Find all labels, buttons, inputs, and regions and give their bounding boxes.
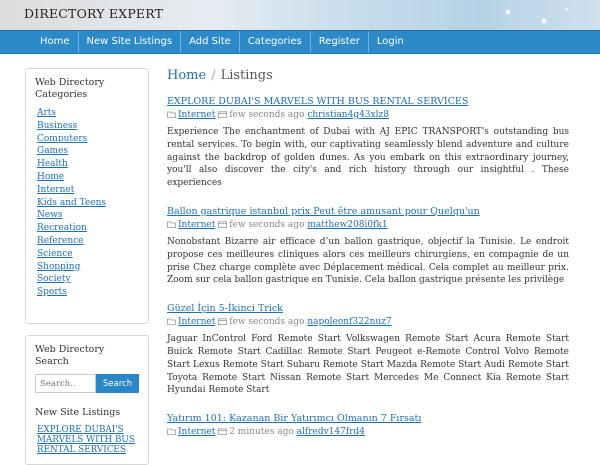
listing-description: Experience The enchantment of Dubai with…	[167, 127, 569, 189]
main-navbar: Home New Site Listings Add Site Categori…	[0, 30, 600, 54]
category-link-reference[interactable]: Reference	[37, 235, 139, 248]
listing-category[interactable]: Internet	[178, 110, 215, 120]
listing-user[interactable]: matthew208i0fk1	[307, 220, 387, 230]
new-listings-list: EXPLORE DUBAI'S MARVELS WITH BUS RENTAL …	[35, 425, 139, 455]
header-banner: DIRECTORY EXPERT	[0, 0, 600, 30]
listing-category[interactable]: Internet	[178, 317, 215, 327]
category-link-science[interactable]: Science	[37, 248, 139, 261]
category-link-news[interactable]: News	[37, 209, 139, 222]
calendar-icon	[218, 111, 228, 118]
search-input[interactable]	[35, 374, 96, 393]
new-listings-title: New Site Listings	[35, 407, 121, 418]
listing-description: Jaguar InControl Ford Remote Start Volks…	[167, 334, 569, 396]
listing-title[interactable]: EXPLORE DUBAI'S MARVELS WITH BUS RENTAL …	[167, 96, 569, 108]
category-link-sports[interactable]: Sports	[37, 286, 139, 299]
category-link-business[interactable]: Business	[37, 120, 139, 133]
folder-icon	[167, 221, 176, 228]
listing-user[interactable]: alfredv147frd4	[297, 427, 365, 437]
breadcrumb-home[interactable]: Home	[167, 68, 206, 83]
nav-add-site[interactable]: Add Site	[181, 31, 240, 53]
listing-time: few seconds ago	[229, 110, 305, 120]
listing-meta: Internet 2 minutes ago alfredv147frd4	[167, 426, 569, 438]
listing-time: 2 minutes ago	[229, 427, 294, 438]
category-link-recreation[interactable]: Recreation	[37, 222, 139, 235]
category-link-health[interactable]: Health	[37, 158, 139, 171]
folder-icon	[167, 318, 176, 326]
listing-description: Nonobstant Bizarre air efficace d’un bal…	[167, 236, 569, 286]
category-link-society[interactable]: Society	[37, 273, 139, 286]
breadcrumb-current: Listings	[220, 68, 273, 83]
sidebar: Web Directory Categories Arts Business C…	[25, 68, 149, 465]
search-button[interactable]: Search	[96, 374, 139, 393]
listing-meta: Internet few seconds ago christian4g43xl…	[167, 109, 569, 121]
listing-item: EXPLORE DUBAI'S MARVELS WITH BUS RENTAL …	[167, 96, 569, 190]
folder-icon	[167, 111, 176, 118]
categories-list: Arts Business Computers Games Health Hom…	[35, 107, 139, 299]
category-link-home[interactable]: Home	[37, 171, 139, 184]
listing-category[interactable]: Internet	[178, 427, 215, 437]
main-content: Home / Listings EXPLORE DUBAI'S MARVELS WI…	[167, 68, 569, 438]
listing-time: few seconds ago	[229, 219, 305, 230]
calendar-icon	[218, 428, 228, 436]
nav-home[interactable]: Home	[32, 31, 79, 53]
category-link-arts[interactable]: Arts	[37, 107, 139, 120]
breadcrumb: Home / Listings	[167, 68, 569, 88]
nav-register[interactable]: Register	[311, 31, 369, 53]
folder-icon	[167, 428, 176, 436]
listing-title[interactable]: Güzel İçin 5-İkinci Trick	[167, 303, 569, 315]
listing-meta: Internet few seconds ago napoleonf322nuz…	[167, 316, 569, 328]
category-link-internet[interactable]: Internet	[37, 184, 139, 197]
search-form: Search	[35, 374, 139, 393]
categories-panel: Web Directory Categories Arts Business C…	[25, 68, 149, 324]
category-link-kids-and-teens[interactable]: Kids and Teens	[37, 197, 139, 210]
category-link-computers[interactable]: Computers	[37, 133, 139, 146]
calendar-icon	[218, 221, 228, 228]
new-listing-link[interactable]: EXPLORE DUBAI'S MARVELS WITH BUS RENTAL …	[37, 425, 139, 455]
listing-item: Yatırım 101: Kazanan Bir Yatırımcı Olman…	[167, 413, 569, 438]
nav-categories[interactable]: Categories	[240, 31, 311, 53]
listing-user[interactable]: napoleonf322nuz7	[307, 317, 391, 327]
listing-category[interactable]: Internet	[178, 220, 215, 230]
listing-title[interactable]: Yatırım 101: Kazanan Bir Yatırımcı Olman…	[167, 413, 569, 425]
listing-item: Ballon gastrique istanbul prix Peut être…	[167, 206, 569, 287]
category-link-games[interactable]: Games	[37, 145, 139, 158]
nav-new-site-listings[interactable]: New Site Listings	[79, 31, 182, 53]
search-panel: Web Directory Search Search New Site Lis…	[25, 335, 149, 465]
listing-user[interactable]: christian4g43xlz8	[307, 110, 389, 120]
listing-time: few seconds ago	[229, 317, 305, 328]
breadcrumb-separator: /	[211, 68, 216, 83]
listing-title[interactable]: Ballon gastrique istanbul prix Peut être…	[167, 206, 569, 218]
search-title: Web Directory Search	[35, 344, 105, 367]
banner-decoration	[490, 0, 580, 30]
nav-login[interactable]: Login	[369, 31, 412, 53]
category-link-shopping[interactable]: Shopping	[37, 261, 139, 274]
site-title[interactable]: DIRECTORY EXPERT	[24, 6, 163, 21]
calendar-icon	[218, 318, 228, 326]
listing-meta: Internet few seconds ago matthew208i0fk1	[167, 219, 569, 231]
listing-item: Güzel İçin 5-İkinci Trick Internet few s…	[167, 303, 569, 397]
categories-title: Web Directory Categories	[35, 77, 105, 100]
